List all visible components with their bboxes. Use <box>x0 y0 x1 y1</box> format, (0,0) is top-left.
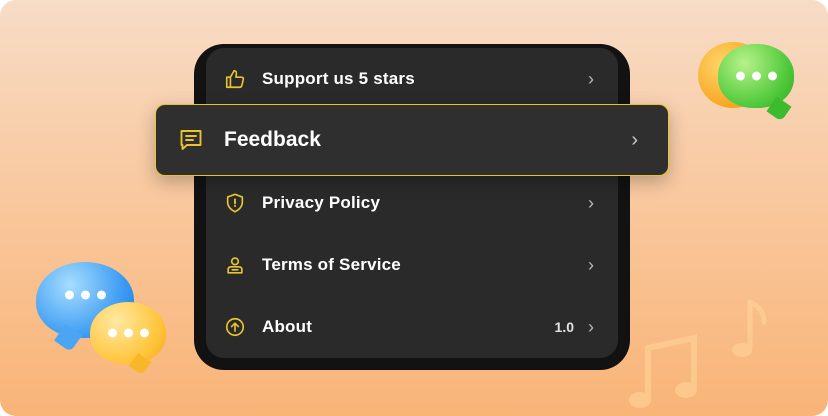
menu-item-label: About <box>262 317 313 336</box>
menu-item-feedback[interactable]: Feedback › <box>155 104 669 176</box>
menu-item-support[interactable]: Support us 5 stars › <box>206 48 618 110</box>
chevron-right-icon: › <box>588 254 594 275</box>
chevron-right-icon: › <box>631 128 638 151</box>
menu-item-label: Feedback <box>224 128 321 151</box>
chevron-right-icon: › <box>588 68 594 89</box>
menu-item-label: Privacy Policy <box>262 193 381 212</box>
version-value: 1.0 <box>554 319 574 335</box>
chevron-right-icon: › <box>588 316 594 337</box>
menu-item-about[interactable]: About 1.0 › <box>206 296 618 358</box>
arrow-up-circle-icon <box>225 317 245 337</box>
menu-item-terms-of-service[interactable]: Terms of Service › <box>206 234 618 296</box>
menu-item-privacy-policy[interactable]: Privacy Policy › <box>206 172 618 234</box>
menu-item-label: Support us 5 stars <box>262 69 415 88</box>
chevron-right-icon: › <box>588 192 594 213</box>
music-note-icon <box>732 299 767 357</box>
music-note-icon <box>629 334 697 408</box>
shield-icon <box>226 193 244 213</box>
message-icon <box>180 130 202 150</box>
menu-item-label: Terms of Service <box>262 255 401 274</box>
yellow-chat-bubble-icon <box>90 302 166 364</box>
user-badge-icon <box>227 257 243 274</box>
promo-canvas: Support us 5 stars › Privacy Policy › Te… <box>0 0 828 416</box>
green-chat-bubble-icon <box>718 44 794 108</box>
thumbs-up-icon <box>225 69 245 89</box>
